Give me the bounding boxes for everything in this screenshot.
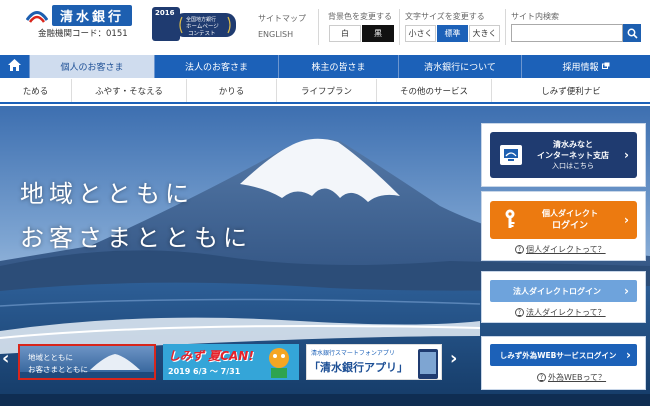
internet-branch-panel: 清水みなと インターネット支店 入口はこちら › xyxy=(481,123,646,187)
bg-white-button[interactable]: 白 xyxy=(329,25,361,42)
help-icon: ? xyxy=(515,245,524,254)
bank-name: 清水銀行 xyxy=(52,5,133,26)
internet-branch-line3: 入口はこちら xyxy=(552,161,595,170)
fontsize-small-button[interactable]: 小さく xyxy=(405,25,436,42)
fx-web-panel: しみず外為WEBサービスログイン › ? 外為WEBって？ xyxy=(481,336,646,390)
award-line3: コンテスト xyxy=(188,31,216,37)
sub-nav: ためる ふやす・そなえる かりる ライフプラン その他のサービス しみず便利ナビ xyxy=(0,79,650,104)
fontsize-normal-button[interactable]: 標準 xyxy=(437,25,468,42)
search-label: サイト内検索 xyxy=(511,12,559,21)
fontsize-large-button[interactable]: 大きく xyxy=(469,25,500,42)
carousel-next-arrow[interactable]: › xyxy=(450,348,457,369)
nav-personal[interactable]: 個人のお客さま xyxy=(30,55,155,78)
internet-branch-icon xyxy=(500,145,522,165)
corporate-direct-panel: 法人ダイレクトログイン › ? 法人ダイレクトって？ xyxy=(481,271,646,323)
corporate-direct-label: 法人ダイレクトログイン xyxy=(513,286,602,296)
english-link[interactable]: ENGLISH xyxy=(258,30,293,39)
internet-branch-button[interactable]: 清水みなと インターネット支店 入口はこちら › xyxy=(490,132,637,178)
internet-branch-line2: インターネット支店 xyxy=(537,150,610,160)
fx-web-help-link[interactable]: ? 外為WEBって？ xyxy=(537,372,606,383)
thumb-hero-line2: お客さまとともに xyxy=(28,365,88,374)
fx-web-login-button[interactable]: しみず外為WEBサービスログイン › xyxy=(490,344,637,366)
corporate-direct-help-link[interactable]: ? 法人ダイレクトって？ xyxy=(515,307,606,318)
internet-branch-line1: 清水みなと xyxy=(553,139,594,149)
personal-direct-line1: 個人ダイレクト xyxy=(542,209,599,218)
divider xyxy=(505,9,506,45)
bank-code: 金融機関コード：0151 xyxy=(38,29,128,39)
nav-shareholders[interactable]: 株主の皆さま xyxy=(279,55,399,78)
personal-direct-help-link[interactable]: ? 個人ダイレクトって？ xyxy=(515,244,606,255)
personal-direct-help-text: 個人ダイレクトって？ xyxy=(526,245,606,254)
main-nav: 個人のお客さま 法人のお客さま 株主の皆さま 清水銀行について 採用情報 xyxy=(0,55,650,78)
chevron-right-icon: › xyxy=(626,348,631,362)
carousel-prev-arrow[interactable]: ‹ xyxy=(2,348,9,369)
award-year: 2016 xyxy=(155,9,175,17)
search-button[interactable] xyxy=(623,24,641,42)
home-button[interactable] xyxy=(0,55,30,78)
mascot-illustration xyxy=(263,346,295,380)
carousel-thumb-app[interactable]: 清水銀行スマートフォンアプリ 「清水銀行アプリ」 xyxy=(306,344,442,380)
nav-recruit-label: 採用情報 xyxy=(562,63,599,73)
personal-direct-line2: ログイン xyxy=(552,221,589,231)
chevron-right-icon: › xyxy=(624,284,629,298)
chevron-right-icon: › xyxy=(624,148,629,162)
nav-about[interactable]: 清水銀行について xyxy=(399,55,522,78)
smartphone-illustration xyxy=(417,348,439,379)
external-window-icon xyxy=(601,62,610,72)
corporate-direct-login-button[interactable]: 法人ダイレクトログイン › xyxy=(490,280,637,302)
subnav-lifeplan[interactable]: ライフプラン xyxy=(277,79,377,102)
subnav-other[interactable]: その他のサービス xyxy=(377,79,492,102)
fontsize-label: 文字サイズを変更する xyxy=(405,12,485,21)
site-header: 清水銀行 金融機関コード：0151 2016 全国地方銀行 ホームページ コンテ… xyxy=(0,0,650,52)
thumb-app-title: 「清水銀行アプリ」 xyxy=(309,361,408,374)
carousel-thumb-hero[interactable]: 地域とともに お客さまとともに xyxy=(18,344,156,380)
personal-direct-login-button[interactable]: 個人ダイレクト ログイン › xyxy=(490,201,637,239)
personal-direct-panel: 個人ダイレクト ログイン › ? 個人ダイレクトって？ xyxy=(481,191,646,261)
nav-corporate[interactable]: 法人のお客さま xyxy=(155,55,279,78)
carousel-thumb-summer-campaign[interactable]: しみず 夏CAN! 2019 6/3 ～ 7/31 xyxy=(163,344,299,380)
subnav-borrow[interactable]: かりる xyxy=(187,79,277,102)
thumb-summer-dates: 2019 6/3 ～ 7/31 xyxy=(168,367,241,376)
corporate-direct-help-text: 法人ダイレクトって？ xyxy=(526,308,606,317)
subnav-save[interactable]: ためる xyxy=(0,79,72,102)
divider xyxy=(399,9,400,45)
bg-black-button[interactable]: 黒 xyxy=(362,25,394,42)
thumb-hero-line1: 地域とともに xyxy=(28,353,73,362)
bank-logo-icon xyxy=(25,7,49,25)
subnav-invest[interactable]: ふやす・そなえる xyxy=(72,79,187,102)
bank-logo[interactable]: 清水銀行 xyxy=(25,5,133,26)
search-input[interactable] xyxy=(511,24,623,42)
nav-recruit[interactable]: 採用情報 xyxy=(522,55,650,78)
sitemap-link[interactable]: サイトマップ xyxy=(258,13,306,24)
help-icon: ? xyxy=(537,373,546,382)
hero-headline-2: お客さまとともに xyxy=(20,224,252,252)
chevron-right-icon: › xyxy=(624,213,629,227)
thumb-app-subtitle: 清水銀行スマートフォンアプリ xyxy=(311,350,395,357)
fx-web-help-text: 外為WEBって？ xyxy=(548,373,607,382)
search-icon xyxy=(627,24,638,43)
award-badge[interactable]: 2016 全国地方銀行 ホームページ コンテスト xyxy=(152,7,240,41)
key-icon xyxy=(504,209,516,231)
home-icon xyxy=(8,59,21,74)
thumb-summer-title: しみず 夏CAN! xyxy=(168,349,254,363)
hero-headline-1: 地域とともに xyxy=(20,180,194,208)
subnav-navi[interactable]: しみず便利ナビ xyxy=(492,79,650,102)
help-icon: ? xyxy=(515,308,524,317)
fx-web-label: しみず外為WEBサービスログイン xyxy=(499,350,617,360)
bgcolor-label: 背景色を変更する xyxy=(328,12,392,21)
divider xyxy=(318,9,319,45)
